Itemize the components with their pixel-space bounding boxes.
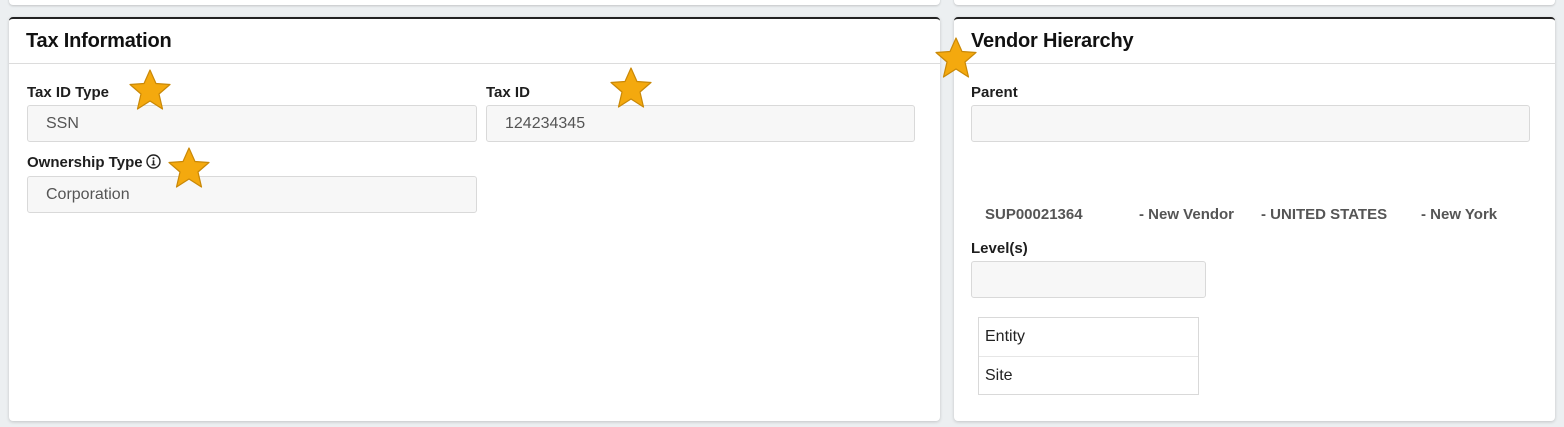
- vendor-name: - New Vendor: [1139, 206, 1235, 223]
- tax-id-label: Tax ID: [486, 84, 530, 101]
- star-icon: [129, 69, 171, 110]
- tax-id-type-value: SSN: [46, 114, 79, 132]
- vendor-country: - UNITED STATES: [1261, 206, 1388, 223]
- star-icon: [610, 67, 652, 108]
- tax-information-title: Tax Information: [26, 29, 172, 52]
- tax-id-type-field[interactable]: SSN: [27, 105, 477, 142]
- level-option-site[interactable]: Site: [979, 356, 1198, 394]
- parent-label: Parent: [971, 84, 1018, 101]
- tax-id-field[interactable]: 124234345: [486, 105, 915, 142]
- star-icon: [935, 37, 977, 78]
- tax-information-header: Tax Information: [9, 19, 940, 64]
- info-icon[interactable]: [145, 154, 161, 173]
- vendor-hierarchy-card: Vendor Hierarchy Parent SUP00021364 - Ne…: [954, 17, 1555, 421]
- tax-id-value: 124234345: [505, 114, 586, 132]
- vendor-id: SUP00021364: [985, 206, 1083, 223]
- upper-card-edge: [9, 0, 940, 5]
- vendor-hierarchy-header: Vendor Hierarchy: [954, 19, 1555, 64]
- upper-card-edge: [954, 0, 1555, 5]
- ownership-type-field[interactable]: Corporation: [27, 176, 477, 213]
- tax-id-type-label: Tax ID Type: [27, 84, 109, 101]
- ownership-type-label-group: Ownership Type: [27, 154, 161, 173]
- ownership-type-label: Ownership Type: [27, 154, 143, 171]
- levels-label: Level(s): [971, 240, 1028, 257]
- levels-field[interactable]: [971, 261, 1206, 298]
- vendor-hierarchy-title: Vendor Hierarchy: [971, 29, 1134, 52]
- ownership-type-value: Corporation: [46, 185, 130, 203]
- levels-dropdown-list: Entity Site: [978, 317, 1199, 395]
- parent-field[interactable]: [971, 105, 1530, 142]
- level-option-entity[interactable]: Entity: [979, 318, 1198, 356]
- vendor-state: - New York: [1421, 206, 1498, 223]
- star-icon: [168, 147, 210, 188]
